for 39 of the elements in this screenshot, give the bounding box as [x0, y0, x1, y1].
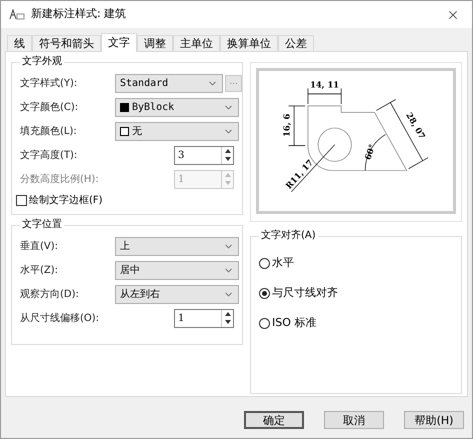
dropdown[interactable]: 居中	[115, 260, 239, 280]
dropdown[interactable]: 从左到右	[115, 284, 239, 304]
dropdown[interactable]: Standard	[115, 74, 224, 92]
tab[interactable]: 符号和箭头	[32, 35, 101, 51]
dropdown[interactable]: 无	[115, 122, 239, 140]
dialog-button[interactable]: 取消	[324, 411, 384, 429]
radio-button[interactable]	[259, 318, 270, 328]
tab[interactable]: 主单位	[173, 35, 220, 51]
app-icon	[9, 9, 25, 20]
checkbox[interactable]	[16, 195, 27, 206]
field-label: 从尺寸线偏移(O):	[20, 312, 100, 326]
field-label: 文字样式(Y):	[20, 76, 78, 90]
dropdown[interactable]: ByBlock	[115, 98, 239, 116]
window-title: 新建标注样式: 建筑	[31, 6, 128, 22]
field-label: 文字高度(T):	[20, 148, 78, 162]
radio-label: ISO 标准	[272, 314, 316, 331]
radio-button[interactable]	[259, 288, 270, 298]
field-label: 观察方向(D):	[20, 288, 80, 302]
spin-arrows-icon[interactable]	[221, 310, 233, 326]
field-label: 水平(Z):	[20, 264, 60, 278]
tab[interactable]: 线	[7, 35, 32, 51]
field-label: 填充颜色(L):	[20, 124, 78, 138]
dialog-button[interactable]: 帮助(H)	[404, 411, 464, 429]
spinner-field[interactable]: 3	[174, 146, 234, 164]
tab[interactable]: 换算单位	[220, 35, 278, 51]
spin-arrows-icon[interactable]	[221, 146, 233, 164]
radio-label: 水平	[272, 254, 294, 271]
radio-button[interactable]	[259, 258, 270, 268]
field-label: 文字颜色(C):	[20, 100, 80, 114]
spinner-field[interactable]: 1	[174, 308, 234, 328]
field-label: 分数高度比例(H):	[20, 172, 100, 186]
radio-label: 与尺寸线对齐	[272, 284, 338, 301]
dialog-button[interactable]: 确定	[244, 411, 304, 429]
tab[interactable]: 公差	[278, 35, 314, 51]
checkbox-label: 绘制文字边框(F)	[29, 194, 103, 208]
tab[interactable]: 文字	[101, 33, 137, 52]
dropdown[interactable]: 上	[115, 236, 239, 256]
tab[interactable]: 调整	[137, 35, 173, 51]
field-label: 垂直(V):	[20, 240, 60, 254]
